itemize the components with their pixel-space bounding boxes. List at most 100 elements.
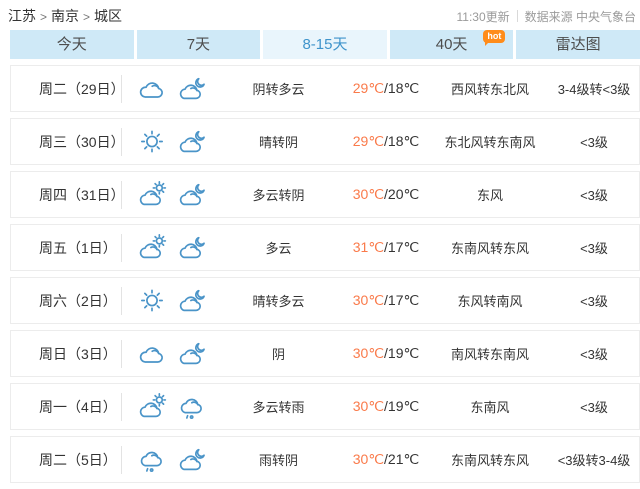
meta-divider <box>517 10 518 22</box>
column-divider <box>121 340 122 368</box>
wind-level: <3级 <box>549 185 639 204</box>
top-bar: 江苏 > 南京 > 城区 11:30更新 数据来源 中央气象台 <box>0 0 640 30</box>
temp-high: 29℃ <box>353 80 384 96</box>
temp-high: 30℃ <box>353 292 384 308</box>
tab-label: 今天 <box>57 36 87 53</box>
breadcrumb-link[interactable]: 南京 <box>51 8 79 24</box>
forecast-row: 周二（29日） 阴转多云 29℃/18℃ 西风转东北风 3-4级转<3级 <box>10 65 640 112</box>
wind-direction: 东北风转东南风 <box>431 132 549 151</box>
day-label: 周二（5日） <box>11 450 121 470</box>
temp-high: 30℃ <box>353 451 384 467</box>
forecast-row: 周三（30日） 晴转阴 29℃/18℃ 东北风转东南风 <3级 <box>10 118 640 165</box>
temperature: 31℃/17℃ <box>341 239 431 256</box>
cloud-moon-icon <box>176 127 208 156</box>
breadcrumb-link[interactable]: 江苏 <box>8 8 36 24</box>
temp-low: /19℃ <box>384 398 419 414</box>
temperature: 30℃/19℃ <box>341 345 431 362</box>
wind-level: <3级 <box>549 238 639 257</box>
weather-icons <box>136 127 216 156</box>
breadcrumb-link[interactable]: 城区 <box>94 8 122 24</box>
cloud-rain-icon <box>136 445 168 474</box>
temperature: 30℃/21℃ <box>341 451 431 468</box>
forecast-row: 周五（1日） 多云 31℃/17℃ 东南风转东风 <3级 <box>10 224 640 271</box>
tab-today[interactable]: 今天 <box>10 30 134 59</box>
wind-direction: 东风 <box>431 185 549 204</box>
weather-text: 多云 <box>216 238 341 257</box>
breadcrumb-separator: > <box>40 10 47 24</box>
tab-label: 7天 <box>187 36 210 53</box>
forecast-row: 周四（31日） 多云转阴 30℃/20℃ 东风 <3级 <box>10 171 640 218</box>
temp-low: /18℃ <box>384 80 419 96</box>
column-divider <box>121 181 122 209</box>
wind-level: <3级 <box>549 397 639 416</box>
temp-low: /18℃ <box>384 133 419 149</box>
wind-direction: 东南风转东风 <box>431 450 549 469</box>
wind-level: <3级转3-4级 <box>549 450 639 469</box>
tab-label: 雷达图 <box>556 36 601 53</box>
cloud-moon-icon <box>176 286 208 315</box>
day-label: 周一（4日） <box>11 397 121 417</box>
cloud-rain-icon <box>176 392 208 421</box>
wind-direction: 东南风转东风 <box>431 238 549 257</box>
temperature: 30℃/20℃ <box>341 186 431 203</box>
weather-icons <box>136 286 216 315</box>
temperature: 30℃/19℃ <box>341 398 431 415</box>
temp-low: /19℃ <box>384 345 419 361</box>
column-divider <box>121 446 122 474</box>
cloud-icon <box>136 74 168 103</box>
wind-level: <3级 <box>549 344 639 363</box>
column-divider <box>121 75 122 103</box>
column-divider <box>121 393 122 421</box>
weather-text: 多云转阴 <box>216 185 341 204</box>
wind-direction: 东风转南风 <box>431 291 549 310</box>
hot-badge: hot <box>483 30 505 43</box>
column-divider <box>121 287 122 315</box>
cloud-icon <box>136 339 168 368</box>
tab-40-days[interactable]: 40天 hot <box>390 30 514 59</box>
tab-8-15-days[interactable]: 8-15天 <box>263 30 387 59</box>
temperature: 29℃/18℃ <box>341 133 431 150</box>
breadcrumb-separator: > <box>83 10 90 24</box>
tab-label: 40天 <box>436 36 468 53</box>
temp-low: /17℃ <box>384 239 419 255</box>
temp-high: 31℃ <box>353 239 384 255</box>
weather-icons <box>136 74 216 103</box>
weather-icons <box>136 445 216 474</box>
weather-icons <box>136 180 216 209</box>
day-label: 周二（29日） <box>11 79 121 99</box>
forecast-row: 周一（4日） 多云转雨 30℃/19℃ 东南风 <3级 <box>10 383 640 430</box>
weather-text: 晴转多云 <box>216 291 341 310</box>
temp-high: 30℃ <box>353 398 384 414</box>
weather-text: 多云转雨 <box>216 397 341 416</box>
temp-high: 30℃ <box>353 345 384 361</box>
cloud-moon-icon <box>176 445 208 474</box>
weather-icons <box>136 392 216 421</box>
day-label: 周五（1日） <box>11 238 121 258</box>
sun-icon <box>136 286 168 315</box>
forecast-row: 周二（5日） 雨转阴 30℃/21℃ 东南风转东风 <3级转3-4级 <box>10 436 640 483</box>
temp-low: /20℃ <box>384 186 419 202</box>
temperature: 29℃/18℃ <box>341 80 431 97</box>
weather-forecast-page: 江苏>南京>城区 11:30更新 数据来源 中央气象台 今天 7天 8-15天 … <box>0 0 640 489</box>
day-label: 周六（2日） <box>11 291 121 311</box>
cloud-sun-icon <box>136 233 168 262</box>
column-divider <box>121 128 122 156</box>
cloud-moon-icon <box>176 233 208 262</box>
cloud-moon-icon <box>176 180 208 209</box>
weather-text: 晴转阴 <box>216 132 341 151</box>
cloud-sun-icon <box>136 180 168 209</box>
wind-direction: 东南风 <box>431 397 549 416</box>
tab-radar[interactable]: 雷达图 <box>516 30 640 59</box>
tab-7-days[interactable]: 7天 <box>137 30 261 59</box>
wind-level: 3-4级转<3级 <box>549 79 639 98</box>
sun-icon <box>136 127 168 156</box>
temp-high: 29℃ <box>353 133 384 149</box>
tab-label: 8-15天 <box>302 36 347 53</box>
update-meta: 11:30更新 数据来源 中央气象台 <box>457 8 636 25</box>
weather-icons <box>136 233 216 262</box>
breadcrumb: 江苏 > 南京 > 城区 <box>8 6 122 26</box>
temp-high: 30℃ <box>353 186 384 202</box>
day-label: 周三（30日） <box>11 132 121 152</box>
weather-icons <box>136 339 216 368</box>
data-source: 数据来源 中央气象台 <box>525 8 636 25</box>
